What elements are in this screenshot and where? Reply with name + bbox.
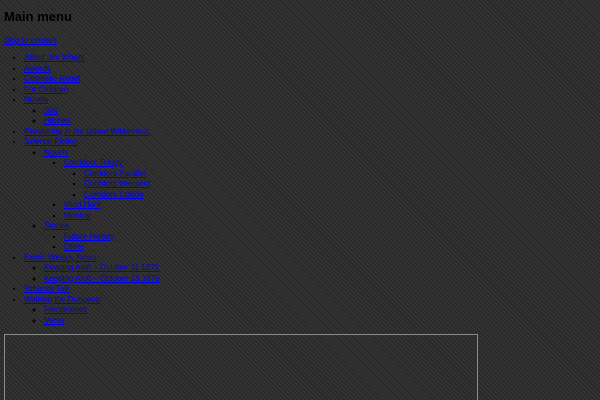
content-frame — [4, 334, 478, 400]
menu-link-pioneering[interactable]: Pioneering in the Urban Wilderness — [24, 127, 150, 136]
submenu-item: Sixt — [44, 106, 160, 117]
submenu-item: Corridors Collide — [84, 190, 160, 201]
submenu-item: Corridors Parallel — [84, 169, 160, 180]
submenu-item: Stories Future History Other — [44, 221, 160, 253]
submenu-item: Corridors Trilogy Corridors Parallel Cor… — [64, 158, 160, 200]
corridors-submenu: Corridors Parallel Corridors Intersect C… — [64, 169, 160, 201]
exotic-weekly-submenu: Keeping Aloft – October 11 1975 Keeping … — [24, 263, 160, 284]
menu-link-exotic-weekly[interactable]: Exotic Weekly News — [24, 253, 96, 262]
sf-novels-submenu: Corridors Trilogy Corridors Parallel Cor… — [44, 158, 160, 221]
menu-item-for-children: For Children — [24, 85, 160, 96]
science-fiction-submenu: Novels Corridors Trilogy Corridors Paral… — [24, 148, 160, 253]
menu-link-about[interactable]: About Jim Wright — [24, 53, 85, 62]
stories-submenu: Future History Other — [44, 232, 160, 253]
menu-item-awards: Awards — [24, 64, 160, 75]
menu-link-novels-hitches[interactable]: Hitches — [44, 116, 71, 125]
menu-link-future-history[interactable]: Future History — [64, 232, 114, 241]
menu-link-corridors-trilogy[interactable]: Corridors Trilogy — [64, 158, 123, 167]
submenu-item: Verse — [44, 316, 160, 327]
menu-link-keeping-aloft-oct-11[interactable]: Keeping Aloft – October 11 1975 — [44, 263, 159, 272]
menu-link-montral[interactable]: Montral — [64, 211, 91, 220]
menu-item-pioneering: Pioneering in the Urban Wilderness — [24, 127, 160, 138]
menu-item-exotic-weekly: Exotic Weekly News Keeping Aloft – Octob… — [24, 253, 160, 285]
novels-submenu: Sixt Hitches — [24, 106, 160, 127]
menu-link-for-children[interactable]: For Children — [24, 85, 68, 94]
submenu-item: Montral — [64, 211, 160, 222]
menu-item-walking: Walking the Dungeon Ferndromes Verse — [24, 295, 160, 327]
menu-link-corridors-parallel[interactable]: Corridors Parallel — [84, 169, 146, 178]
menu-link-corridors-intersect[interactable]: Corridors Intersect — [84, 179, 150, 188]
menu-item-about: About Jim Wright — [24, 53, 160, 64]
submenu-item: Ferndromes — [44, 305, 160, 316]
menu-item-cosmetic-relief: Cosmetic Relief — [24, 74, 160, 85]
menu-link-novels-sixt[interactable]: Sixt — [44, 106, 57, 115]
submenu-item: Hitches — [44, 116, 160, 127]
submenu-item: Other — [64, 242, 160, 253]
menu-link-stories[interactable]: Stories — [44, 221, 69, 230]
menu-link-sf-novels[interactable]: Novels — [44, 148, 68, 157]
submenu-item: Mind Hunt — [64, 200, 160, 211]
submenu-item: Future History — [64, 232, 160, 243]
menu-link-mind-hunt[interactable]: Mind Hunt — [64, 200, 100, 209]
menu-link-ferndromes[interactable]: Ferndromes — [44, 305, 87, 314]
menu-link-corridors-collide[interactable]: Corridors Collide — [84, 190, 144, 199]
menu-link-awards[interactable]: Awards — [24, 64, 51, 73]
menu-link-tobacco-talk[interactable]: Tobacco Talk — [24, 284, 70, 293]
submenu-item: Corridors Intersect — [84, 179, 160, 190]
main-menu-heading: Main menu — [4, 9, 72, 24]
skip-to-content-link[interactable]: Skip to content — [4, 36, 57, 46]
menu-item-science-fiction: Science Fiction Novels Corridors Trilogy… — [24, 137, 160, 253]
menu-link-cosmetic-relief[interactable]: Cosmetic Relief — [24, 74, 80, 83]
menu-item-tobacco-talk: Tobacco Talk — [24, 284, 160, 295]
menu-item-novels: Novels Sixt Hitches — [24, 95, 160, 127]
menu-link-keeping-aloft-oct-18[interactable]: Keeping Aloft – October 18 1975 — [44, 274, 160, 283]
menu-link-novels[interactable]: Novels — [24, 95, 48, 104]
menu-link-science-fiction[interactable]: Science Fiction — [24, 137, 78, 146]
submenu-item: Novels Corridors Trilogy Corridors Paral… — [44, 148, 160, 222]
main-menu-list: About Jim Wright Awards Cosmetic Relief … — [24, 53, 160, 326]
menu-link-verse[interactable]: Verse — [44, 316, 64, 325]
submenu-item: Keeping Aloft – October 18 1975 — [44, 274, 160, 285]
walking-submenu: Ferndromes Verse — [24, 305, 160, 326]
submenu-item: Keeping Aloft – October 11 1975 — [44, 263, 160, 274]
menu-link-stories-other[interactable]: Other — [64, 242, 84, 251]
menu-link-walking[interactable]: Walking the Dungeon — [24, 295, 100, 304]
